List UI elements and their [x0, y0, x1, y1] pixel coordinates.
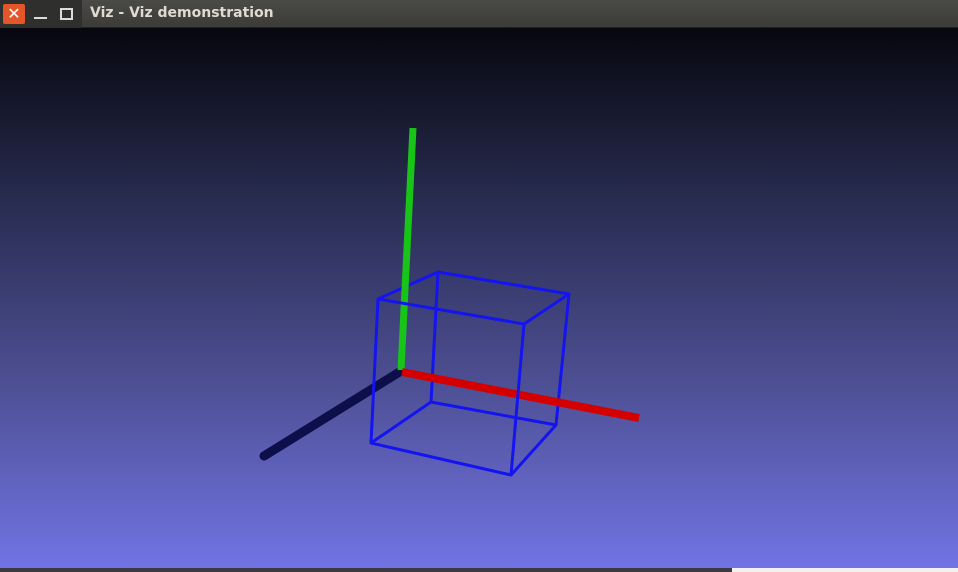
minimize-icon[interactable] — [30, 4, 52, 24]
taskbar-strip-right — [732, 568, 958, 572]
3d-viewport[interactable] — [0, 28, 958, 572]
cube-front-face — [369, 297, 526, 477]
cube-edge — [370, 400, 432, 445]
cube-edge — [509, 423, 558, 477]
window-controls: ✕ — [0, 0, 82, 28]
maximize-icon[interactable] — [56, 4, 78, 24]
window-title: Viz - Viz demonstration — [90, 5, 274, 21]
close-icon[interactable]: ✕ — [3, 4, 25, 24]
scene-canvas — [259, 127, 640, 477]
title-bar[interactable]: ✕ Viz - Viz demonstration — [0, 0, 958, 28]
cube-edge — [523, 292, 570, 326]
viz-window: ✕ Viz - Viz demonstration — [0, 0, 958, 572]
y-axis — [397, 127, 417, 371]
z-axis — [259, 366, 406, 461]
